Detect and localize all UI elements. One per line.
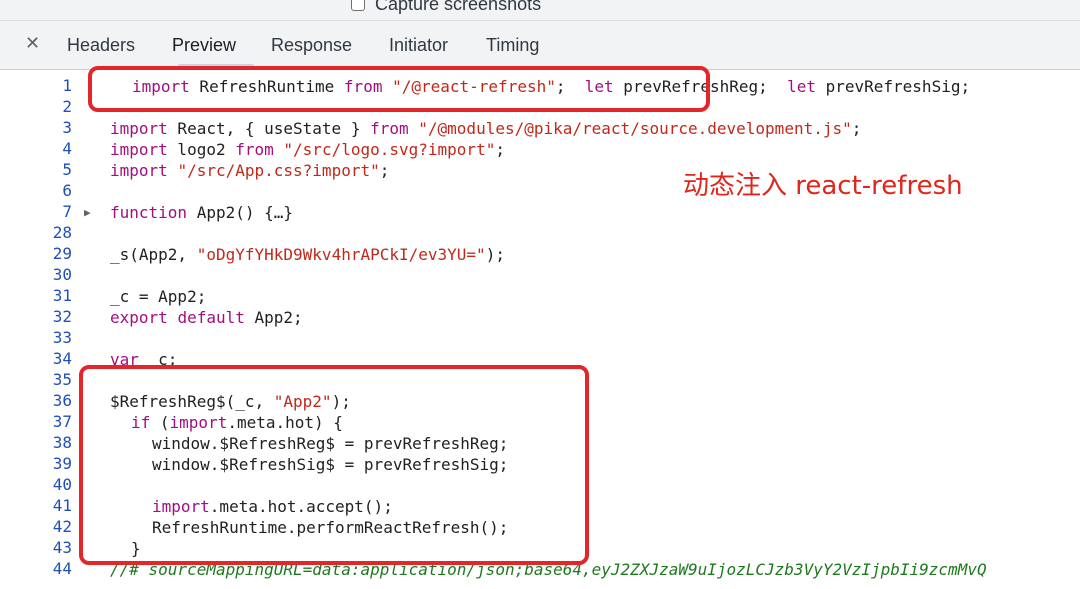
highlight-box-bottom <box>79 365 589 565</box>
line-number: 40 <box>52 475 72 494</box>
line-number: 32 <box>52 307 72 326</box>
line-number: 28 <box>52 223 72 242</box>
line-number: 5 <box>62 160 72 179</box>
capture-screenshots-label: Capture screenshots <box>375 0 542 14</box>
tab-response[interactable]: Response <box>271 35 352 56</box>
line-number: 38 <box>52 433 72 452</box>
line-number: 44 <box>52 559 72 578</box>
line-number: 4 <box>62 139 72 158</box>
top-toolbar: Capture screenshots <box>0 0 1080 20</box>
line-number: 30 <box>52 265 72 284</box>
line-number: 6 <box>62 181 72 200</box>
highlight-box-top <box>88 66 710 112</box>
line-number: 39 <box>52 454 72 473</box>
code-line: export default App2; <box>110 308 303 327</box>
tab-preview[interactable]: Preview <box>172 35 236 56</box>
tab-initiator[interactable]: Initiator <box>389 35 448 56</box>
capture-screenshots-checkbox[interactable] <box>351 0 365 11</box>
close-icon[interactable]: ✕ <box>25 33 40 54</box>
line-number: 3 <box>62 118 72 137</box>
line-number: 37 <box>52 412 72 431</box>
code-line: _s(App2, "oDgYfYHkD9Wkv4hrAPCkI/ev3YU=")… <box>110 245 505 264</box>
network-detail-tabbar: ✕ Headers Preview Response Initiator Tim… <box>0 20 1080 70</box>
code-line: import logo2 from "/src/logo.svg?import"… <box>110 140 505 159</box>
code-line: import "/src/App.css?import"; <box>110 161 390 180</box>
line-number: 7 <box>62 202 72 221</box>
line-number: 29 <box>52 244 72 263</box>
capture-screenshots-option[interactable]: Capture screenshots <box>351 0 541 14</box>
line-number: 42 <box>52 517 72 536</box>
expand-arrow-icon[interactable]: ▶ <box>84 206 91 219</box>
line-number: 43 <box>52 538 72 557</box>
line-number: 36 <box>52 391 72 410</box>
line-number: 41 <box>52 496 72 515</box>
tab-headers[interactable]: Headers <box>67 35 135 56</box>
line-number: 34 <box>52 349 72 368</box>
code-line: _c = App2; <box>110 287 207 306</box>
annotation-label: 动态注入 react-refresh <box>683 171 963 201</box>
line-number: 31 <box>52 286 72 305</box>
line-number: 1 <box>62 76 72 95</box>
tab-timing[interactable]: Timing <box>486 35 539 56</box>
code-line: function App2() {…} <box>110 203 294 222</box>
code-line: import React, { useState } from "/@modul… <box>110 119 862 138</box>
line-number: 33 <box>52 328 72 347</box>
line-number: 2 <box>62 97 72 116</box>
line-number: 35 <box>52 370 72 389</box>
